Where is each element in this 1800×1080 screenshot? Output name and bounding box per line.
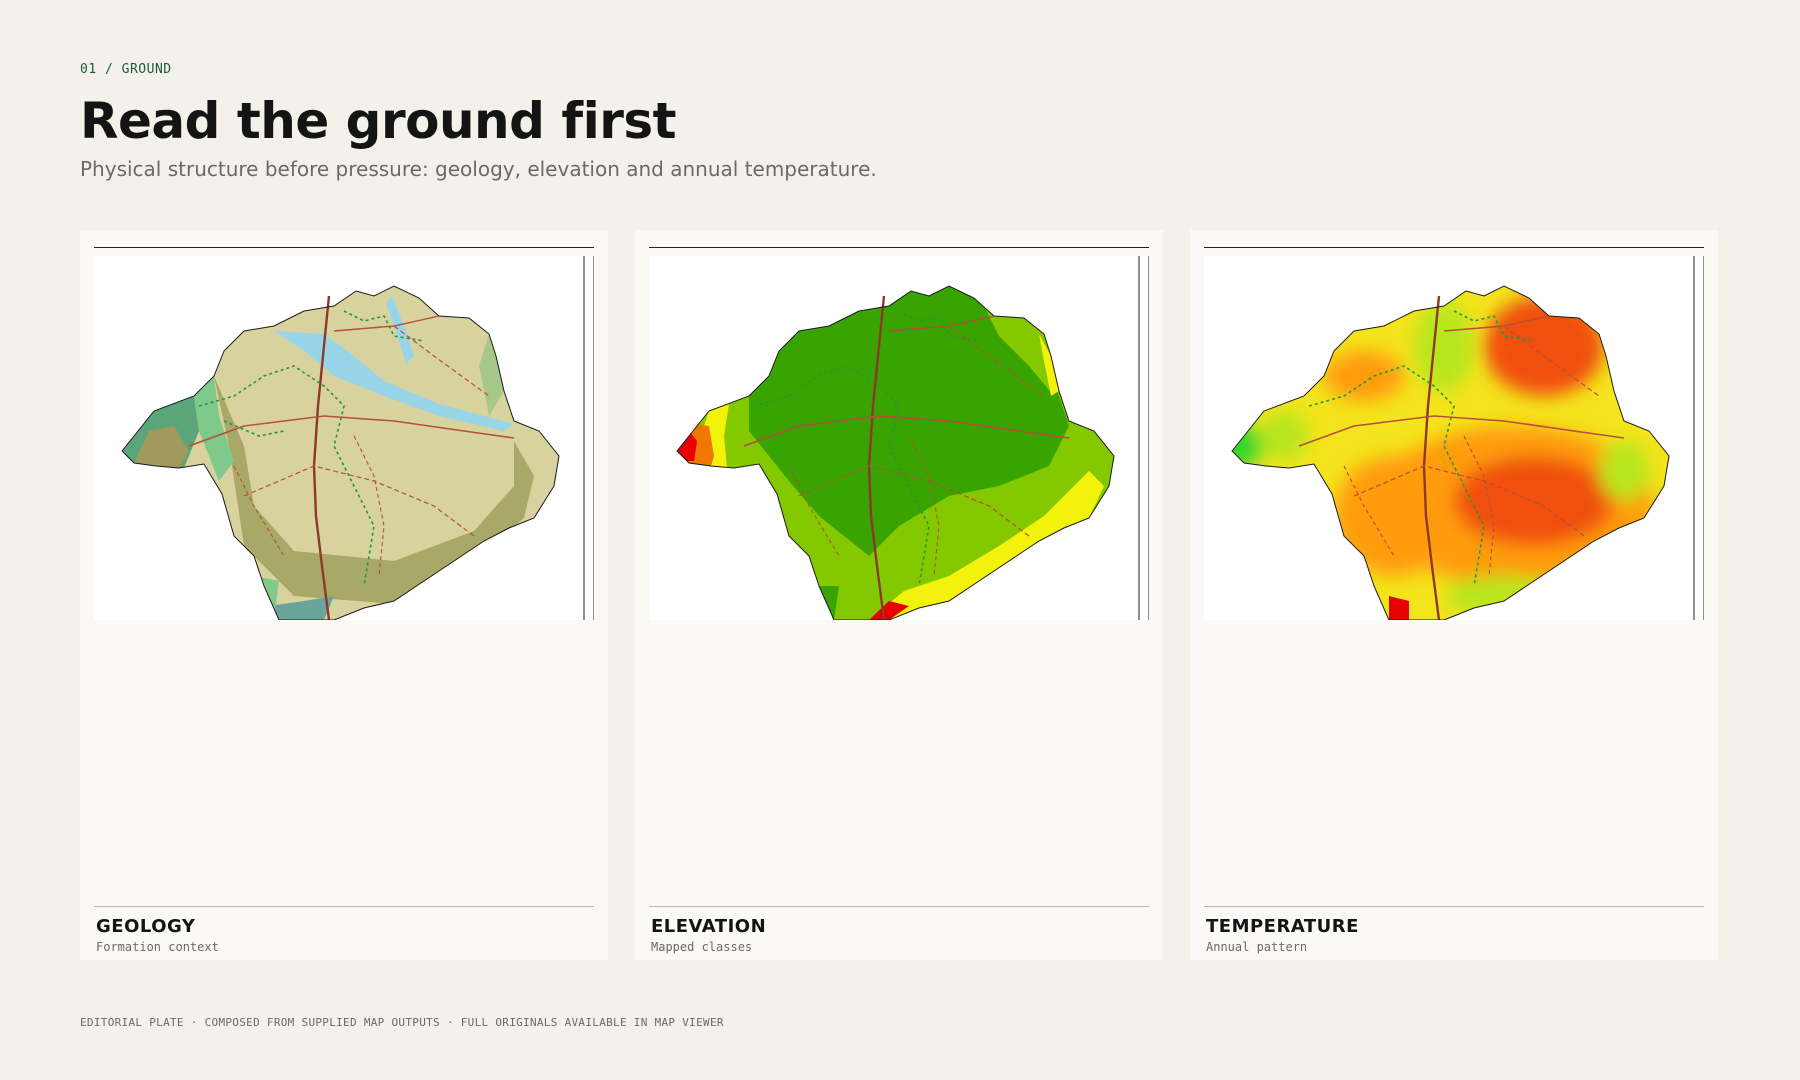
map-title: TEMPERATURE bbox=[1206, 916, 1359, 937]
card-bottom-rule bbox=[649, 906, 1149, 907]
temperature-cool-west bbox=[1259, 411, 1309, 461]
page-title: Read the ground first bbox=[80, 92, 677, 150]
map-caption: Annual pattern bbox=[1206, 940, 1308, 954]
map-card-temperature[interactable]: TEMPERATURE Annual pattern bbox=[1190, 230, 1718, 960]
temperature-cool-valley bbox=[1414, 301, 1474, 391]
card-top-rule bbox=[649, 247, 1149, 248]
card-bottom-rule bbox=[1204, 906, 1704, 907]
footer-note: EDITORIAL PLATE · COMPOSED FROM SUPPLIED… bbox=[80, 1016, 724, 1029]
section-eyebrow: 01 / GROUND bbox=[80, 62, 172, 77]
card-top-rule bbox=[1204, 247, 1704, 248]
map-title: ELEVATION bbox=[651, 916, 767, 937]
elevation-map[interactable] bbox=[649, 256, 1149, 620]
page-subtitle: Physical structure before pressure: geol… bbox=[80, 157, 877, 181]
map-title: GEOLOGY bbox=[96, 916, 196, 937]
card-top-rule bbox=[94, 247, 594, 248]
temperature-hot-zone bbox=[1454, 456, 1614, 546]
map-caption: Formation context bbox=[96, 940, 219, 954]
temperature-warm-zone-north bbox=[1324, 351, 1404, 401]
temperature-map[interactable] bbox=[1204, 256, 1704, 620]
map-card-geology[interactable]: GEOLOGY Formation context bbox=[80, 230, 608, 960]
temperature-cool-east bbox=[1599, 441, 1649, 501]
geology-map[interactable] bbox=[94, 256, 594, 620]
map-caption: Mapped classes bbox=[651, 940, 753, 954]
card-bottom-rule bbox=[94, 906, 594, 907]
map-card-elevation[interactable]: ELEVATION Mapped classes bbox=[635, 230, 1163, 960]
